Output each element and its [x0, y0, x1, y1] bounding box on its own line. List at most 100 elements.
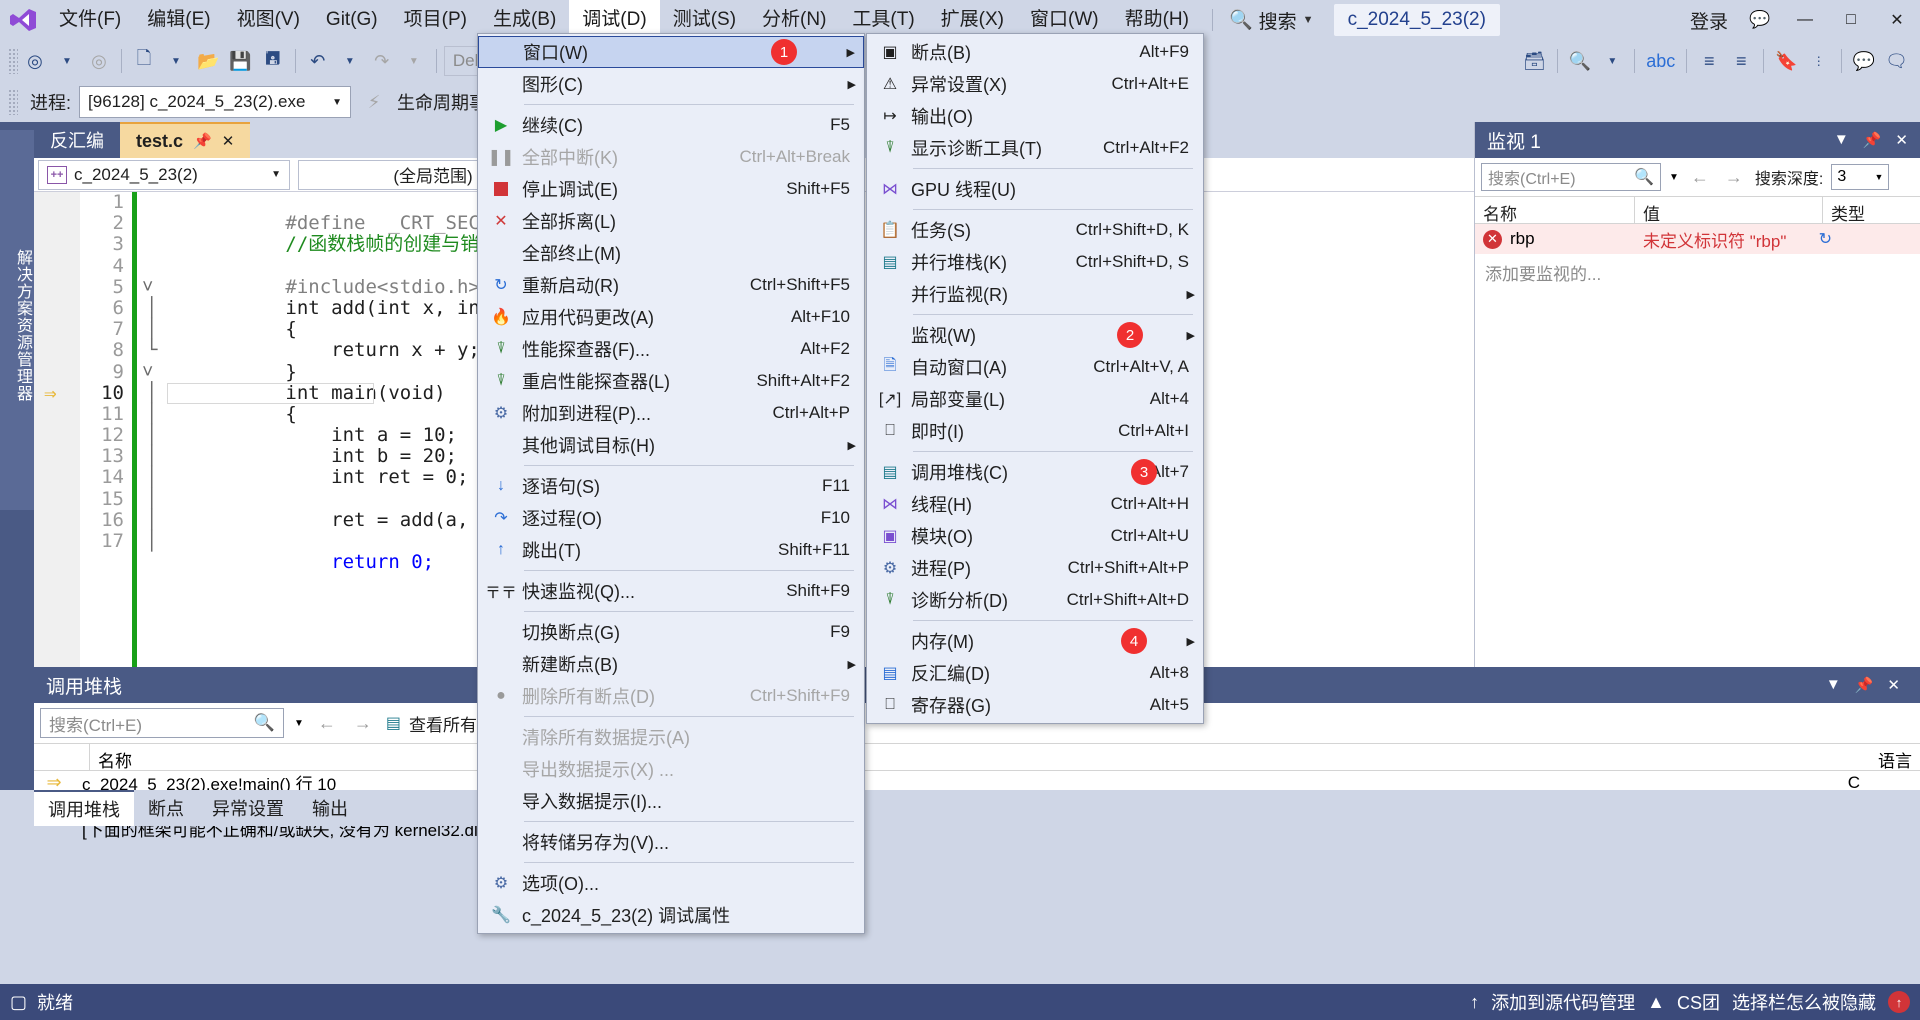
- submenu-item-output[interactable]: ↦ 输出(O): [867, 100, 1203, 132]
- new-item-icon[interactable]: 🗋: [129, 45, 159, 77]
- bookmark-icon[interactable]: 🔖: [1771, 45, 1801, 77]
- close-icon[interactable]: ✕: [1895, 131, 1908, 149]
- code-folding-column[interactable]: ˅ │ │ └ ˅ │ │ │ │ │ │ │ │: [137, 192, 163, 667]
- sign-in-button[interactable]: 登录: [1680, 7, 1738, 34]
- tab-breakpoints[interactable]: 断点: [134, 790, 198, 826]
- menu-item-attach-to-process[interactable]: ⚙ 附加到进程(P)... Ctrl+Alt+P: [478, 397, 864, 429]
- menu-item-delete-all-breakpoints[interactable]: ● 删除所有断点(D) Ctrl+Shift+F9: [478, 680, 864, 712]
- search-prev-icon[interactable]: ←: [1687, 167, 1713, 188]
- callstack-search-input[interactable]: 搜索(Ctrl+E) 🔍: [40, 708, 284, 738]
- search-next-icon[interactable]: →: [1721, 167, 1747, 188]
- save-icon[interactable]: 💾: [225, 45, 255, 77]
- refresh-icon[interactable]: ↻: [1819, 229, 1912, 249]
- up-arrow-icon[interactable]: ↑: [1470, 992, 1479, 1013]
- redo-dropdown-icon[interactable]: ▼: [399, 45, 429, 77]
- menu-git[interactable]: Git(G): [313, 0, 391, 40]
- menu-item-windows[interactable]: 窗口(W) 1 ▶: [478, 36, 864, 68]
- maximize-button[interactable]: □: [1828, 0, 1874, 40]
- chevron-down-icon[interactable]: ▼: [294, 718, 304, 729]
- menu-item-apply-code-changes[interactable]: 🔥 应用代码更改(A) Alt+F10: [478, 301, 864, 333]
- submenu-item-diagnostic-analysis[interactable]: ⍒ 诊断分析(D) Ctrl+Shift+Alt+D: [867, 584, 1203, 616]
- submenu-item-tasks[interactable]: 📋 任务(S) Ctrl+Shift+D, K: [867, 214, 1203, 246]
- toolbar-grip[interactable]: [8, 48, 18, 74]
- menu-item-break-all[interactable]: ❚❚ 全部中断(K) Ctrl+Alt+Break: [478, 141, 864, 173]
- toolbar-grip[interactable]: [8, 89, 18, 115]
- menu-item-graphics[interactable]: 图形(C) ▶: [478, 68, 864, 100]
- search-in-files-icon[interactable]: 🔍: [1565, 45, 1595, 77]
- menu-item-continue[interactable]: ▶ 继续(C) F5: [478, 109, 864, 141]
- pin-icon[interactable]: 📌: [1855, 676, 1874, 694]
- search-prev-icon[interactable]: ←: [314, 713, 340, 734]
- tab-exception-settings[interactable]: 异常设置: [198, 790, 298, 826]
- tab-callstack[interactable]: 调用堆栈: [34, 790, 134, 826]
- tab-output[interactable]: 输出: [298, 790, 362, 826]
- menu-item-relaunch-profiler[interactable]: ⍒ 重启性能探查器(L) Shift+Alt+F2: [478, 365, 864, 397]
- add-watch-row[interactable]: 添加要监视的...: [1475, 254, 1920, 291]
- lifecycle-events-icon[interactable]: ⚡: [359, 86, 389, 118]
- chevron-down-icon[interactable]: ▼: [1826, 676, 1841, 694]
- submenu-item-disassembly[interactable]: ▤ 反汇编(D) Alt+8: [867, 657, 1203, 689]
- process-combo[interactable]: [96128] c_2024_5_23(2).exe ▼: [79, 86, 352, 118]
- submenu-item-breakpoints[interactable]: ▣ 断点(B) Alt+F9: [867, 36, 1203, 68]
- submenu-item-watch[interactable]: 监视(W) 2 ▶: [867, 319, 1203, 351]
- breakpoint-gutter[interactable]: ⇒: [34, 192, 80, 667]
- pin-icon[interactable]: 📌: [193, 132, 212, 150]
- menu-project[interactable]: 项目(P): [391, 0, 480, 40]
- submenu-item-processes[interactable]: ⚙ 进程(P) Ctrl+Shift+Alt+P: [867, 552, 1203, 584]
- chevron-up-icon[interactable]: ▲: [1647, 992, 1665, 1013]
- project-scope-combo[interactable]: ++ c_2024_5_23(2) ▼: [38, 159, 290, 190]
- chevron-down-icon[interactable]: ▼: [1669, 172, 1679, 183]
- view-all-button[interactable]: ▤ 查看所有: [386, 711, 477, 736]
- column-header-name[interactable]: 名称: [90, 744, 140, 771]
- expand-icon[interactable]: ▼: [1597, 45, 1627, 77]
- menu-item-import-datatips[interactable]: 导入数据提示(I)...: [478, 785, 864, 817]
- menu-file[interactable]: 文件(F): [46, 0, 134, 40]
- submenu-item-show-diagnostic-tools[interactable]: ⍒ 显示诊断工具(T) Ctrl+Alt+F2: [867, 132, 1203, 164]
- source-control-label[interactable]: 添加到源代码管理: [1491, 989, 1635, 1015]
- menu-item-options[interactable]: ⚙ 选项(O)...: [478, 867, 864, 899]
- menu-item-step-out[interactable]: ↑ 跳出(T) Shift+F11: [478, 534, 864, 566]
- submenu-item-call-stack[interactable]: ▤ 调用堆栈(C) Alt+7 3: [867, 456, 1203, 488]
- new-item-dropdown-icon[interactable]: ▼: [161, 45, 191, 77]
- navigate-back-dropdown-icon[interactable]: ▼: [52, 45, 82, 77]
- uncomment-icon[interactable]: 🗨: [1881, 45, 1912, 77]
- menu-item-restart[interactable]: ↻ 重新启动(R) Ctrl+Shift+F5: [478, 269, 864, 301]
- close-icon[interactable]: ✕: [222, 132, 235, 150]
- menu-item-step-over[interactable]: ↷ 逐过程(O) F10: [478, 502, 864, 534]
- search-next-icon[interactable]: →: [350, 713, 376, 734]
- chevron-down-icon[interactable]: ▼: [1834, 131, 1849, 149]
- tab-test-c[interactable]: test.c 📌 ✕: [120, 122, 251, 158]
- submenu-item-locals[interactable]: [↗] 局部变量(L) Alt+4: [867, 383, 1203, 415]
- spellcheck-icon[interactable]: abc: [1642, 45, 1679, 77]
- column-header-name[interactable]: 名称: [1475, 197, 1635, 224]
- watch-search-input[interactable]: 搜索(Ctrl+E) 🔍: [1481, 163, 1661, 191]
- menu-item-new-breakpoint[interactable]: 新建断点(B) ▶: [478, 648, 864, 680]
- menu-item-save-dump-as[interactable]: 将转储另存为(V)...: [478, 826, 864, 858]
- column-header-value[interactable]: 值: [1635, 197, 1823, 224]
- navigate-back-icon[interactable]: ◎: [20, 45, 50, 77]
- notification-badge[interactable]: ↑: [1888, 991, 1910, 1013]
- submenu-item-gpu-threads[interactable]: ⋈ GPU 线程(U): [867, 173, 1203, 205]
- column-header-language[interactable]: 语言: [1870, 744, 1920, 771]
- undo-dropdown-icon[interactable]: ▼: [335, 45, 365, 77]
- menu-item-quickwatch[interactable]: 〒〒 快速监视(Q)... Shift+F9: [478, 575, 864, 607]
- undo-icon[interactable]: ↶: [303, 45, 333, 77]
- submenu-item-exception-settings[interactable]: ⚠ 异常设置(X) Ctrl+Alt+E: [867, 68, 1203, 100]
- save-all-icon[interactable]: 🖪: [258, 45, 288, 77]
- navigate-forward-icon[interactable]: ◎: [84, 45, 114, 77]
- minimize-button[interactable]: —: [1782, 0, 1828, 40]
- open-file-icon[interactable]: 📂: [193, 45, 223, 77]
- toolbar-window-icon[interactable]: 🗃: [1519, 45, 1550, 77]
- menu-item-clear-all-datatips[interactable]: 清除所有数据提示(A): [478, 721, 864, 753]
- menu-edit[interactable]: 编辑(E): [134, 0, 223, 40]
- watch-row[interactable]: ✕ rbp 未定义标识符 "rbp" ↻: [1475, 224, 1920, 254]
- feedback-icon[interactable]: 💬: [1738, 0, 1782, 40]
- global-search[interactable]: 🔍 搜索 ▼: [1223, 0, 1320, 40]
- sidebar-item-solution-explorer[interactable]: 解决方案资源管理器: [0, 130, 34, 510]
- close-icon[interactable]: ✕: [1887, 676, 1900, 694]
- menu-item-terminate-all[interactable]: 全部终止(M): [478, 237, 864, 269]
- submenu-item-immediate[interactable]: ⎕ 即时(I) Ctrl+Alt+I: [867, 415, 1203, 447]
- menu-item-step-into[interactable]: ↓ 逐语句(S) F11: [478, 470, 864, 502]
- submenu-item-parallel-watch[interactable]: 并行监视(R) ▶: [867, 278, 1203, 310]
- menu-item-other-debug-targets[interactable]: 其他调试目标(H) ▶: [478, 429, 864, 461]
